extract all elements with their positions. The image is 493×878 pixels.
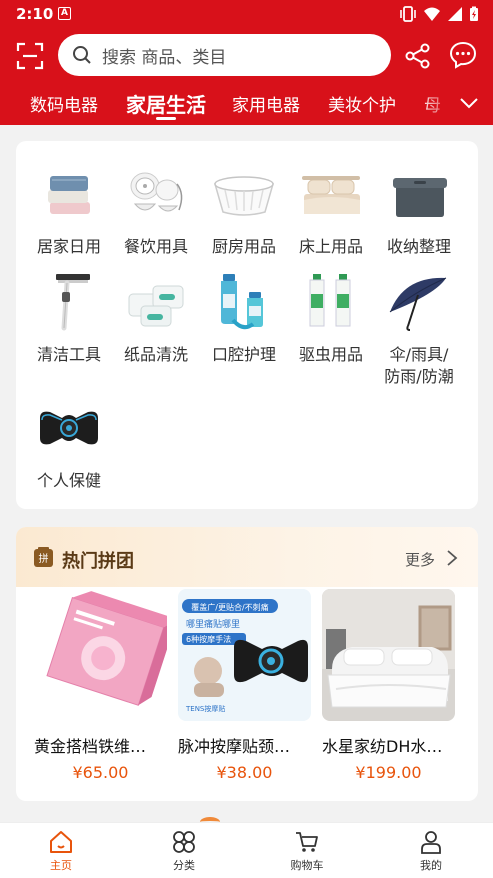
chevron-right-icon[interactable]: [446, 549, 458, 567]
squeegee-icon: [56, 274, 90, 331]
tableware-icon: [130, 172, 183, 212]
nav-label: 我的: [420, 859, 442, 872]
category-label: 餐饮用具: [123, 237, 188, 256]
search-icon: [73, 46, 91, 64]
battery-icon: [470, 6, 478, 21]
product-image[interactable]: [322, 589, 455, 721]
chevron-down-icon[interactable]: [456, 90, 482, 116]
spray-icon: [309, 274, 351, 327]
mouthwash-icon: [221, 274, 263, 330]
category-label: 个人保健: [36, 471, 101, 490]
category-label: 驱虫用品: [298, 345, 363, 364]
category-label: 厨房用品: [211, 237, 276, 256]
umbrella-icon: [389, 277, 447, 331]
svg-text:6种按摩手法: 6种按摩手法: [186, 634, 231, 644]
more-link[interactable]: 更多: [405, 549, 435, 570]
massager-icon: [40, 411, 98, 445]
category-item[interactable]: 伞/雨具/ 防雨/防潮: [375, 272, 463, 388]
product-card[interactable]: 覆盖广/更贴合/不刺痛 哪里痛贴哪里 6种按摩手法 TENS按摩贴 脉冲按摩贴颈…: [178, 589, 311, 782]
nav-category[interactable]: 分类: [149, 829, 219, 873]
category-item[interactable]: 居家日用: [25, 164, 113, 258]
category-item[interactable]: 清洁工具: [25, 272, 113, 366]
category-label: 纸品清洗: [123, 345, 188, 364]
status-time: 2:10: [16, 5, 54, 23]
category-item[interactable]: 床上用品: [287, 164, 375, 258]
category-item[interactable]: 个人保健: [25, 398, 113, 492]
svg-text:哪里痛贴哪里: 哪里痛贴哪里: [186, 618, 240, 630]
nav-label: 主页: [50, 859, 72, 872]
scan-icon[interactable]: [16, 42, 44, 70]
product-price: ¥65.00: [72, 763, 129, 782]
cart-icon: [296, 832, 318, 852]
share-icon[interactable]: [404, 42, 432, 70]
nav-cart[interactable]: 购物车: [272, 829, 342, 873]
active-tab-indicator: [156, 117, 176, 120]
category-label: 床上用品: [298, 237, 363, 256]
product-card[interactable]: 水星家纺DH水… ¥199.00: [322, 589, 455, 782]
category-tabs: 数码电器 家居生活 家用电器 美妆个护 母: [0, 82, 455, 125]
nav-mine[interactable]: 我的: [396, 829, 466, 873]
category-item[interactable]: 收纳整理: [375, 164, 463, 258]
svg-text:覆盖广/更贴合/不刺痛: 覆盖广/更贴合/不刺痛: [191, 602, 268, 612]
category-label: 居家日用: [36, 237, 101, 256]
category-item[interactable]: 餐饮用具: [112, 164, 200, 258]
tab-home-appliances[interactable]: 家用电器: [232, 91, 300, 116]
group-buy-badge-icon: 拼: [34, 547, 53, 567]
basket-icon: [214, 176, 274, 216]
product-image[interactable]: [34, 589, 167, 721]
product-price: ¥38.00: [216, 763, 273, 782]
bottom-navigation: 主页 分类 购物车 我的: [0, 822, 493, 878]
category-label: 清洁工具: [36, 345, 101, 364]
vibrate-icon: [400, 6, 416, 22]
tabs-fade: [420, 82, 455, 125]
wifi-icon: [424, 7, 440, 21]
category-item[interactable]: 纸品清洗: [112, 272, 200, 366]
category-label: 收纳整理: [386, 237, 451, 256]
home-icon: [50, 831, 72, 853]
product-price: ¥199.00: [355, 763, 422, 782]
signal-icon: [448, 7, 462, 21]
bedding-icon: [302, 176, 360, 214]
tissues-icon: [128, 285, 184, 327]
product-card[interactable]: 黄金搭档铁维… ¥65.00: [34, 589, 167, 782]
category-icon: [173, 831, 195, 853]
product-name: 脉冲按摩贴颈…: [178, 737, 291, 756]
category-item[interactable]: 驱虫用品: [287, 272, 375, 366]
storage-box-icon: [393, 178, 447, 217]
notification-badge-icon: A: [58, 7, 71, 20]
nav-home[interactable]: 主页: [26, 829, 96, 873]
category-item[interactable]: 厨房用品: [200, 164, 288, 258]
nav-label: 购物车: [290, 859, 324, 872]
category-label: 口腔护理: [211, 345, 276, 364]
tab-beauty[interactable]: 美妆个护: [328, 91, 396, 116]
status-icons: [399, 6, 479, 22]
category-grid: 居家日用 餐饮用具 厨房用品 床上用品 收纳整理 清洁工具 纸品清洗 口腔护理 …: [16, 141, 478, 509]
nav-label: 分类: [173, 859, 195, 872]
category-label: 伞/雨具/ 防雨/防潮: [384, 345, 454, 386]
header: 2:10 A 搜索 商品、类目 数码电器 家居生活 家用电器 美妆个护 母: [0, 0, 493, 125]
search-placeholder: 搜索 商品、类目: [102, 47, 227, 68]
section-title: 热门拼团: [62, 551, 134, 572]
message-icon[interactable]: [448, 40, 478, 70]
search-bar[interactable]: 搜索 商品、类目: [58, 34, 391, 76]
user-icon: [421, 831, 441, 854]
product-image[interactable]: 覆盖广/更贴合/不刺痛 哪里痛贴哪里 6种按摩手法 TENS按摩贴: [178, 589, 311, 721]
tab-home-living[interactable]: 家居生活: [126, 89, 206, 118]
svg-text:TENS按摩贴: TENS按摩贴: [185, 704, 225, 713]
product-name: 黄金搭档铁维…: [34, 737, 147, 756]
towels-icon: [48, 176, 90, 214]
category-item[interactable]: 口腔护理: [200, 272, 288, 366]
product-name: 水星家纺DH水…: [322, 737, 443, 756]
hot-group-buy-section: 拼 热门拼团 更多 黄金搭档铁维… ¥65.00 覆盖广/更贴合/不刺痛 哪里痛…: [16, 527, 478, 801]
svg-text:拼: 拼: [39, 552, 49, 565]
tab-digital[interactable]: 数码电器: [30, 91, 98, 116]
status-bar: 2:10 A: [0, 0, 493, 28]
